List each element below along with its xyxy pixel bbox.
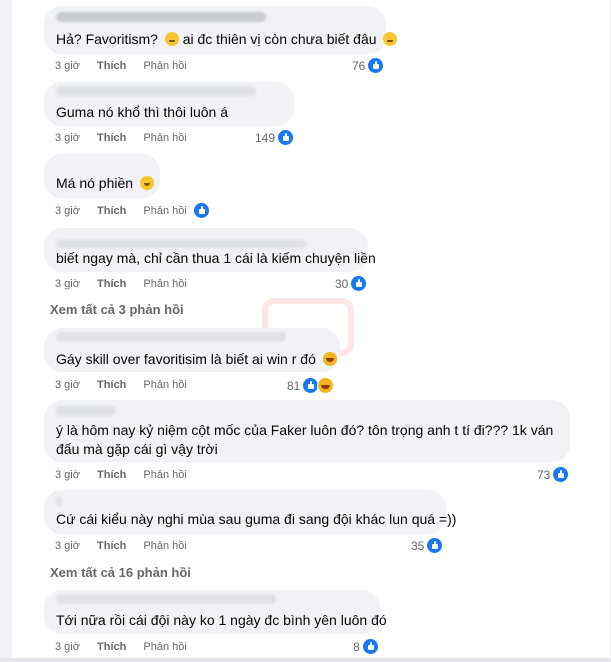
comment-meta: 3 giờ Thích Phản hồi [55, 278, 201, 290]
reaction-count[interactable]: 73 [537, 467, 569, 482]
comment-bubble[interactable]: biết ngay mà, chỉ cần thua 1 cái là kiếm… [44, 228, 376, 272]
like-reaction-icon [278, 130, 294, 145]
author-name-redacted[interactable] [56, 496, 62, 506]
comment-meta: 3 giờ Thích Phản hồi [55, 641, 201, 653]
see-all-replies-link[interactable]: Xem tất cả 3 phản hồi [50, 302, 184, 317]
reply-button[interactable]: Phản hồi [143, 540, 186, 552]
reply-button[interactable]: Phản hồi [143, 469, 186, 481]
reaction-number: 8 [353, 639, 360, 654]
comment-bubble[interactable]: Guma nó khổ thì thôi luôn á [44, 82, 294, 126]
comment-bubble[interactable]: ý là hôm nay kỷ niệm cột mốc của Faker l… [44, 400, 570, 462]
reaction-count[interactable]: 81 [287, 377, 335, 394]
comment-bubble[interactable]: Gáy skill over favoritisim là biết ai wi… [44, 328, 340, 372]
timestamp[interactable]: 3 giờ [55, 132, 80, 144]
comment-bubble[interactable]: Hả? Favoritism? ai đc thiên vị còn chưa … [44, 6, 398, 54]
reaction-count[interactable]: 8 [353, 639, 378, 654]
like-button[interactable]: Thích [97, 540, 126, 552]
comment-bubble[interactable]: Má nó phiền [44, 154, 160, 198]
comment-text: ý là hôm nay kỷ niệm cột mốc của Faker l… [56, 422, 554, 457]
laughing-emoji-icon [322, 352, 337, 366]
reply-button[interactable]: Phản hồi [143, 278, 186, 290]
haha-reaction-icon [317, 377, 335, 394]
reaction-number: 30 [335, 276, 349, 291]
like-reaction-icon [553, 467, 569, 482]
like-reaction-icon [427, 538, 443, 553]
sad-emoji-icon [383, 32, 398, 46]
reaction-count[interactable]: 76 [352, 58, 384, 73]
reaction-number: 35 [411, 538, 425, 553]
comment-text: biết ngay mà, chỉ cần thua 1 cái là kiếm… [56, 250, 376, 266]
comment-bubble[interactable]: Cứ cái kiểu này nghi mùa sau guma đi san… [44, 490, 456, 534]
like-button[interactable]: Thích [97, 641, 126, 653]
author-name-redacted[interactable] [56, 240, 306, 248]
reaction-count[interactable] [194, 203, 209, 218]
reaction-number: 149 [255, 130, 276, 145]
reply-button[interactable]: Phản hồi [143, 60, 186, 72]
like-button[interactable]: Thích [97, 278, 126, 290]
comment-text: Tới nữa rồi cái đội này ko 1 ngày đc bìn… [56, 612, 387, 628]
reply-button[interactable]: Phản hồi [143, 641, 186, 653]
reaction-number: 76 [352, 58, 366, 73]
timestamp[interactable]: 3 giờ [55, 60, 80, 72]
timestamp[interactable]: 3 giờ [55, 540, 80, 552]
like-reaction-icon [368, 58, 384, 73]
author-name-redacted[interactable] [56, 594, 276, 604]
reaction-number: 81 [287, 378, 301, 393]
like-reaction-icon [351, 276, 367, 291]
comment-meta: 3 giờ Thích Phản hồi [55, 132, 201, 144]
like-button[interactable]: Thích [97, 132, 126, 144]
reply-button[interactable]: Phản hồi [143, 379, 186, 391]
reaction-count[interactable]: 35 [411, 538, 443, 553]
reaction-count[interactable]: 149 [255, 130, 294, 145]
timestamp[interactable]: 3 giờ [55, 469, 80, 481]
thinking-emoji-icon [164, 32, 179, 46]
comment-meta: 3 giờ Thích Phản hồi [55, 379, 201, 391]
like-button[interactable]: Thích [97, 205, 126, 217]
author-name-redacted[interactable] [56, 86, 256, 96]
comment-text: Hả? Favoritism? ai đc thiên vị còn chưa … [56, 30, 398, 49]
like-button[interactable]: Thích [97, 60, 126, 72]
comment-meta: 3 giờ Thích Phản hồi [55, 469, 201, 481]
like-button[interactable]: Thích [97, 469, 126, 481]
comment-text: Gáy skill over favoritisim là biết ai wi… [56, 350, 337, 369]
comment-bubble[interactable]: Tới nữa rồi cái đội này ko 1 ngày đc bìn… [44, 590, 387, 634]
author-name-redacted[interactable] [56, 332, 286, 342]
timestamp[interactable]: 3 giờ [55, 379, 80, 391]
smile-emoji-icon [139, 176, 154, 190]
reply-button[interactable]: Phản hồi [143, 132, 186, 144]
see-all-replies-link[interactable]: Xem tất cả 16 phản hồi [50, 565, 191, 580]
like-button[interactable]: Thích [97, 379, 126, 391]
comment-text: Guma nó khổ thì thôi luôn á [56, 104, 228, 120]
comment-text: Má nó phiền [56, 174, 154, 193]
bottom-divider [0, 658, 611, 662]
like-reaction-icon [194, 203, 209, 218]
reaction-count[interactable]: 30 [335, 276, 367, 291]
author-name-redacted[interactable] [56, 12, 266, 22]
comment-text: Cứ cái kiểu này nghi mùa sau guma đi san… [56, 511, 457, 527]
comment-meta: 3 giờ Thích Phản hồi [55, 540, 201, 552]
timestamp[interactable]: 3 giờ [55, 641, 80, 653]
timestamp[interactable]: 3 giờ [55, 205, 80, 217]
author-name-redacted[interactable] [56, 406, 116, 416]
comment-meta: 3 giờ Thích Phản hồi [55, 205, 201, 217]
like-reaction-icon [362, 639, 378, 654]
reaction-number: 73 [537, 467, 551, 482]
reply-button[interactable]: Phản hồi [143, 205, 186, 217]
comment-meta: 3 giờ Thích Phản hồi [55, 60, 201, 72]
like-reaction-icon [303, 378, 319, 393]
timestamp[interactable]: 3 giờ [55, 278, 80, 290]
